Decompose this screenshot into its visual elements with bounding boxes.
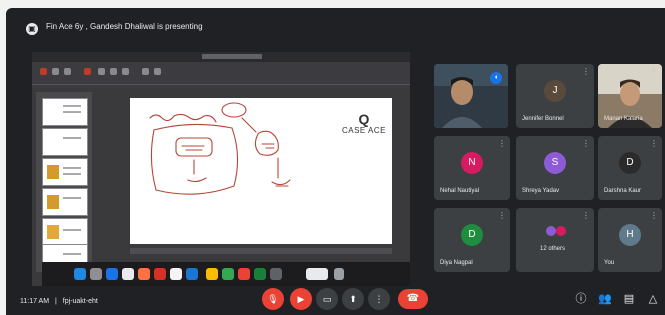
participant-name: Diya Nagpal — [440, 260, 473, 266]
avatar: J — [544, 79, 566, 102]
more-options-icon[interactable]: ⋮ — [582, 212, 590, 220]
mic-off-icon: 🎙 — [267, 294, 279, 304]
present-screen-icon: ▣ — [26, 23, 38, 35]
avatar — [546, 226, 556, 236]
speaking-indicator-icon: ◖ — [490, 72, 502, 84]
more-options-icon[interactable]: ⋮ — [650, 140, 658, 148]
case-ace-logo: Q CASE ACE — [341, 111, 386, 135]
more-options-icon[interactable]: ⋮ — [582, 68, 590, 76]
chat-icon: ▤ — [623, 293, 635, 305]
activities-button[interactable]: △ — [646, 292, 660, 306]
meeting-code: fpj-uakt-eht — [62, 298, 98, 305]
participant-name: Jennifer Bonnel — [522, 116, 564, 122]
window-preview-icon[interactable] — [306, 268, 328, 280]
more-options-icon[interactable]: ⋮ — [498, 212, 506, 220]
others-tile[interactable]: ⋮ 12 others — [516, 208, 594, 272]
participant-tile[interactable]: D ⋮ Darshna Kaur — [598, 136, 662, 200]
participant-name: You — [604, 260, 615, 266]
end-call-button[interactable]: ☎ — [398, 289, 428, 309]
more-options-button[interactable]: ⋮ — [368, 288, 390, 310]
messages-icon[interactable] — [222, 268, 234, 280]
more-options-icon[interactable]: ⋮ — [498, 140, 506, 148]
slide-canvas[interactable]: Q CASE ACE — [130, 98, 392, 244]
calendar-icon[interactable] — [154, 268, 166, 280]
participant-tile[interactable]: N ⋮ Nehal Nautiyal — [434, 136, 510, 200]
participant-name: Nehal Nautiyal — [440, 188, 480, 194]
slide-thumbnail[interactable] — [42, 128, 88, 156]
more-options-icon[interactable]: ⋮ — [582, 140, 590, 148]
trash-icon[interactable] — [334, 268, 344, 280]
info-icon: ⓘ — [575, 293, 587, 305]
presenting-label: Fin Ace 6y , Gandesh Dhaliwal is present… — [46, 22, 203, 31]
launchpad-icon[interactable] — [90, 268, 102, 280]
clock: 11:17 AM — [20, 298, 50, 305]
powerpoint-icon[interactable] — [238, 268, 250, 280]
shared-screen[interactable]: Q CASE ACE — [32, 52, 410, 286]
participant-name: Manan Kalaria — [604, 116, 643, 122]
excel-icon[interactable] — [254, 268, 266, 280]
photos-icon[interactable] — [138, 268, 150, 280]
safari-icon[interactable] — [106, 268, 118, 280]
participant-tile[interactable]: ⋮ Manan Kalaria — [598, 64, 662, 128]
settings-icon[interactable] — [270, 268, 282, 280]
avatar — [556, 226, 566, 236]
more-vert-icon: ⋮ — [374, 294, 384, 304]
finder-icon[interactable] — [74, 268, 86, 280]
more-options-icon[interactable]: ⋮ — [650, 68, 658, 76]
others-count: 12 others — [540, 246, 566, 252]
people-button[interactable]: 👥 — [598, 292, 612, 306]
avatar: S — [544, 151, 566, 174]
avatar: D — [619, 151, 641, 174]
avatar: H — [619, 223, 641, 246]
present-button[interactable]: ⬆ — [342, 288, 364, 310]
avatar: N — [461, 151, 483, 174]
photos-color-icon[interactable] — [206, 268, 218, 280]
phone-hangup-icon: ☎ — [406, 293, 420, 304]
activities-icon: △ — [648, 293, 658, 305]
participant-tile-speaking[interactable]: ◖ — [434, 64, 508, 128]
camera-off-icon: ▶ — [297, 294, 305, 304]
participant-name: Shreya Yadav — [522, 188, 560, 194]
slide-thumbnail[interactable] — [42, 218, 88, 246]
slide-thumbnail[interactable] — [42, 98, 88, 126]
notes-icon[interactable] — [170, 268, 182, 280]
participant-name: Darshna Kaur — [604, 188, 642, 194]
chrome-icon[interactable] — [122, 268, 134, 280]
participant-tile[interactable]: J ⋮ Jennifer Bonnel — [516, 64, 594, 128]
slide-thumbnail[interactable] — [42, 188, 88, 216]
avatar: D — [461, 223, 483, 246]
more-options-icon[interactable]: ⋮ — [650, 212, 658, 220]
captions-icon: ▭ — [322, 294, 332, 304]
appstore-icon[interactable] — [186, 268, 198, 280]
mic-toggle-button[interactable]: 🎙 — [262, 288, 284, 310]
present-icon: ⬆ — [349, 294, 357, 304]
meeting-time-and-code: 11:17 AM | fpj-uakt-eht — [20, 298, 98, 305]
app-ribbon — [32, 62, 410, 88]
participant-tile[interactable]: S ⋮ Shreya Yadav — [516, 136, 594, 200]
chat-button[interactable]: ▤ — [622, 292, 636, 306]
self-tile[interactable]: H ⋮ You — [598, 208, 662, 272]
captions-button[interactable]: ▭ — [316, 288, 338, 310]
slide-thumbnail[interactable] — [42, 158, 88, 186]
people-icon: 👥 — [598, 293, 612, 305]
participant-tile[interactable]: D ⋮ Diya Nagpal — [434, 208, 510, 272]
camera-toggle-button[interactable]: ▶ — [290, 288, 312, 310]
dock — [42, 262, 410, 286]
app-title-bar — [32, 52, 410, 62]
meet-stage: ▣ Fin Ace 6y , Gandesh Dhaliwal is prese… — [6, 8, 665, 315]
meeting-details-button[interactable]: ⓘ — [574, 292, 588, 306]
slide-thumbnails[interactable] — [36, 92, 92, 272]
app-status-bar — [130, 248, 392, 254]
top-bar: ▣ Fin Ace 6y , Gandesh Dhaliwal is prese… — [6, 8, 665, 38]
